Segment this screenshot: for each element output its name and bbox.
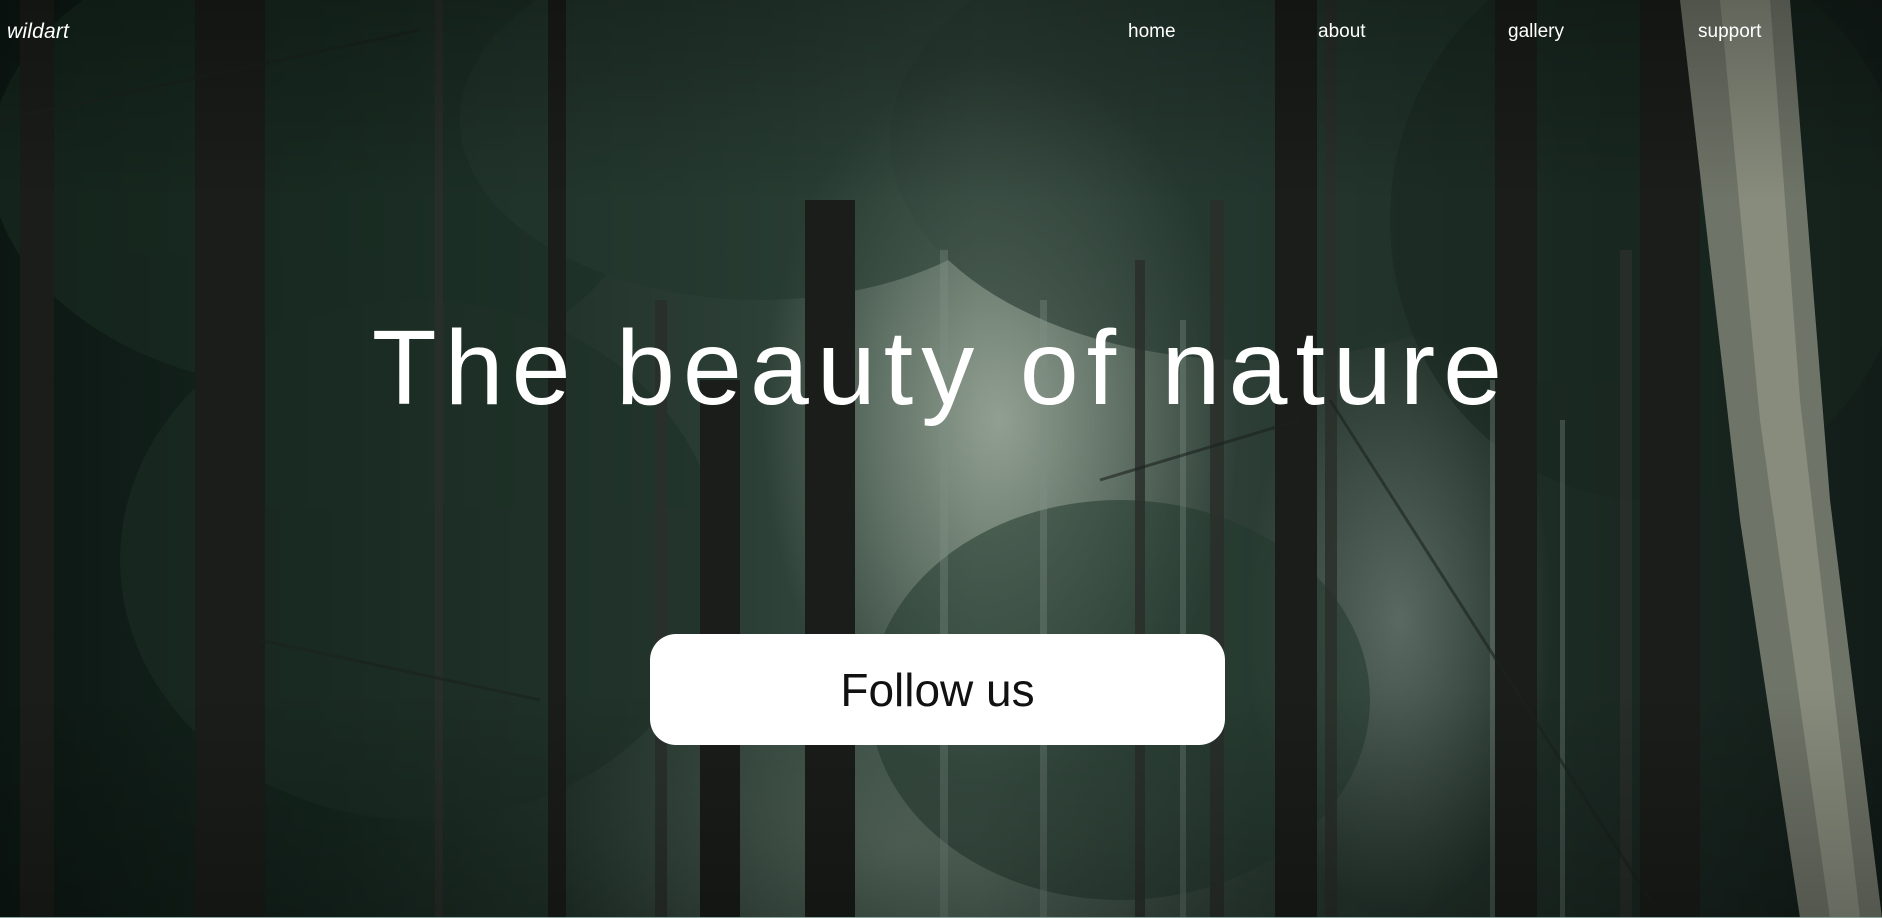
site-logo[interactable]: wildart: [7, 20, 69, 44]
follow-us-button[interactable]: Follow us: [650, 634, 1225, 745]
background-overlay: [0, 0, 1882, 918]
page: wildart home about gallery support The b…: [0, 0, 1882, 918]
nav-link-home[interactable]: home: [1128, 21, 1176, 43]
hero-title: The beauty of nature: [371, 309, 1511, 427]
nav-link-support[interactable]: support: [1698, 21, 1761, 43]
nav-link-gallery[interactable]: gallery: [1508, 21, 1564, 43]
nav-link-about[interactable]: about: [1318, 21, 1366, 43]
top-navigation: wildart home about gallery support: [0, 0, 1882, 64]
